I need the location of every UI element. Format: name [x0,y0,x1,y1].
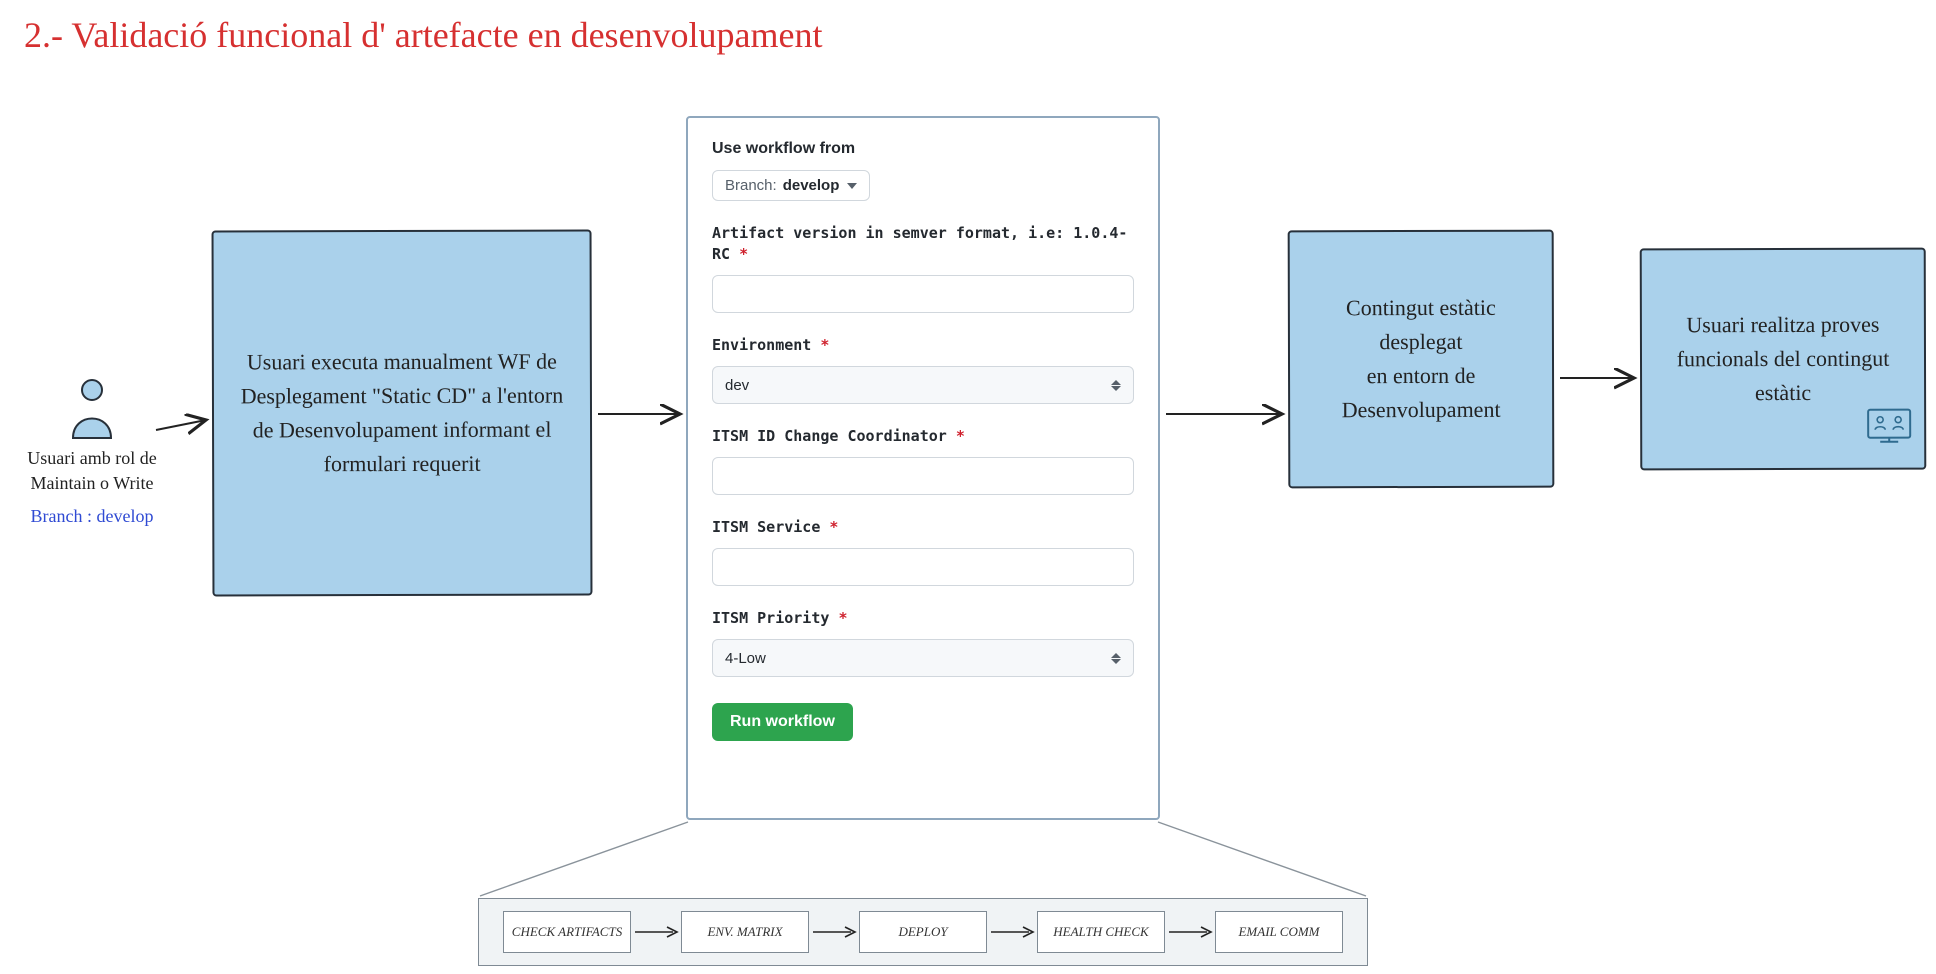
itsm-id-input[interactable] [712,457,1134,495]
branch-picker[interactable]: Branch: develop [712,170,870,201]
l1: Contingut estàtic [1346,295,1496,320]
step-content-deployed-text: Contingut estàtic desplegat en entorn de… [1341,291,1500,428]
environment-label-text: Environment [712,336,811,354]
actor-branch: Branch : develop [31,506,154,527]
required-asterisk-icon: * [838,609,847,627]
step-user-execute-wf-text: Usuari executa manualment WF de Desplega… [232,344,572,481]
pipeline-step-deploy: DEPLOY [859,911,987,953]
itsm-service-label: ITSM Service * [712,517,1134,538]
select-arrows-icon [1111,380,1121,391]
itsm-priority-label-text: ITSM Priority [712,609,829,627]
l3: en entorn de [1367,363,1476,388]
chevron-down-icon [847,183,857,189]
required-asterisk-icon: * [956,427,965,445]
step-user-tests: Usuari realitza proves funcionals del co… [1640,248,1927,471]
pipeline-step-health-check: HEALTH CHECK [1037,911,1165,953]
l3: estàtic [1755,380,1811,405]
required-asterisk-icon: * [829,518,838,536]
arrow-right-icon [811,924,857,940]
artifact-version-label-text: Artifact version in semver format, i.e: … [712,224,1127,263]
pipeline-step-email-comm: EMAIL COMM [1215,911,1343,953]
itsm-id-label: ITSM ID Change Coordinator * [712,426,1134,447]
l2: desplegat [1379,329,1462,354]
pipeline-step-check-artifacts: CHECK ARTIFACTS [503,911,631,953]
itsm-id-label-text: ITSM ID Change Coordinator [712,427,947,445]
use-workflow-from-label: Use workflow from [712,140,1134,158]
itsm-service-label-text: ITSM Service [712,518,820,536]
l1: Usuari realitza proves [1686,312,1879,338]
environment-select[interactable]: dev [712,366,1134,404]
actor-user: Usuari amb rol de Maintain o Write Branc… [12,378,172,527]
required-asterisk-icon: * [820,336,829,354]
l4: Desenvolupament [1342,397,1501,422]
branch-picker-value: develop [783,177,840,194]
step-content-deployed: Contingut estàtic desplegat en entorn de… [1288,230,1555,489]
monitor-icon [1866,408,1912,458]
actor-caption-l2: Maintain o Write [31,473,154,493]
itsm-service-input[interactable] [712,548,1134,586]
branch-picker-prefix: Branch: [725,177,777,194]
actor-caption: Usuari amb rol de Maintain o Write [27,446,156,496]
pipeline-strip: CHECK ARTIFACTS ENV. MATRIX DEPLOY HEALT… [478,898,1368,966]
workflow-form: Use workflow from Branch: develop Artifa… [686,116,1160,820]
pipeline-step-env-matrix: ENV. MATRIX [681,911,809,953]
required-asterisk-icon: * [739,245,748,263]
arrow-right-icon [1167,924,1213,940]
itsm-priority-select-value: 4-Low [725,650,766,667]
arrow-right-icon [633,924,679,940]
environment-label: Environment * [712,335,1134,356]
artifact-version-label: Artifact version in semver format, i.e: … [712,223,1134,265]
step-user-execute-wf: Usuari executa manualment WF de Desplega… [212,230,593,597]
step-user-tests-text: Usuari realitza proves funcionals del co… [1677,308,1890,411]
diagram-title: 2.- Validació funcional d' artefacte en … [24,14,823,56]
user-icon [69,378,115,440]
itsm-priority-select[interactable]: 4-Low [712,639,1134,677]
artifact-version-input[interactable] [712,275,1134,313]
l2: funcionals del contingut [1677,346,1890,372]
itsm-priority-label: ITSM Priority * [712,608,1134,629]
actor-caption-l1: Usuari amb rol de [27,448,156,468]
environment-select-value: dev [725,377,749,394]
run-workflow-button[interactable]: Run workflow [712,703,853,741]
arrow-right-icon [989,924,1035,940]
select-arrows-icon [1111,653,1121,664]
